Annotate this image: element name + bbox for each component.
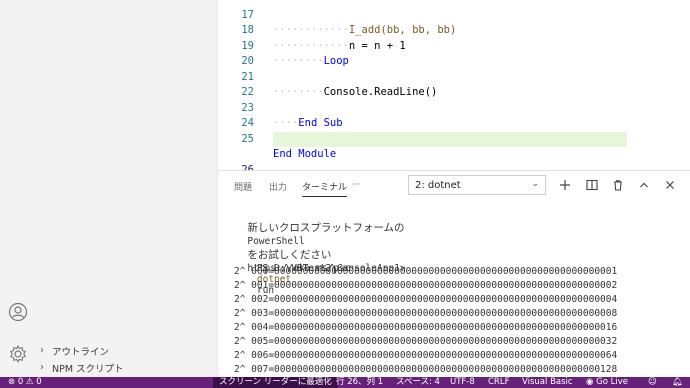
go-live-button[interactable]: ◉ Go Live [586, 377, 628, 388]
tab-problems[interactable]: 問題 [234, 180, 252, 193]
terminal-output-line: 2^ 004=000000000000000000000000000000000… [234, 322, 618, 333]
chevron-right-icon: › [40, 345, 44, 356]
more-tabs-button[interactable]: ··· [352, 180, 361, 190]
terminal-output-line: 2^ 000=000000000000000000000000000000000… [234, 266, 618, 277]
tab-output[interactable]: 出力 [269, 180, 287, 193]
terminal-output-line: 2^ 007=000000000000000000000000000000000… [234, 364, 618, 375]
npm-scripts-section[interactable]: › NPM スクリプト [36, 359, 218, 376]
terminal-select-value: 2: dotnet [415, 179, 461, 191]
code-line: 24 [218, 101, 690, 129]
add-terminal-icon[interactable] [556, 176, 574, 194]
code-line: 23 ····End Sub [218, 85, 690, 130]
terminal-output-line: 2^ 005=000000000000000000000000000000000… [234, 336, 618, 347]
screen-reader-mode[interactable]: スクリーン リーダーに最適化 [213, 377, 338, 388]
close-panel-icon[interactable] [661, 176, 679, 194]
code-line: 18 ············n = n + 1 [218, 8, 690, 52]
terminal-output-line: 2^ 001=000000000000000000000000000000000… [234, 280, 618, 291]
banner-text: 新しいクロスプラットフォームの [247, 222, 405, 234]
code-line: 25 End Module [218, 116, 690, 161]
terminal-select[interactable]: 2: dotnet ⌄ [408, 175, 546, 195]
bottom-panel: 問題 出力 ターミナル ··· 2: dotnet ⌄ 新しいクロスプラットフォ… [218, 170, 690, 377]
trash-icon[interactable] [609, 176, 627, 194]
current-line-highlight [273, 131, 627, 147]
line-number: 26 [241, 163, 254, 171]
gear-icon[interactable] [6, 342, 30, 366]
chevron-down-icon: ⌄ [531, 179, 539, 189]
chevron-right-icon: › [40, 362, 44, 373]
maximize-panel-icon[interactable] [635, 176, 653, 194]
code-editor[interactable]: 17 ············I_add(bb, bb, bb) 18 ····… [218, 0, 690, 170]
split-terminal-icon[interactable] [583, 176, 601, 194]
problems-count[interactable]: ⊗ 0 ⚠ 0 [8, 377, 42, 388]
code-line: 17 ············I_add(bb, bb, bb) [218, 0, 690, 37]
outline-section[interactable]: › アウトライン [36, 342, 218, 359]
terminal-output-line: 2^ 002=000000000000000000000000000000000… [234, 294, 618, 305]
activity-bar [0, 0, 36, 377]
feedback-icon[interactable]: ☺ [648, 377, 657, 388]
account-icon[interactable] [6, 300, 30, 324]
indentation-setting[interactable]: スペース: 4 [396, 377, 440, 388]
notifications-icon[interactable]: 🔔︎ [672, 377, 683, 388]
encoding-setting[interactable]: UTF-8 [450, 377, 475, 388]
tab-terminal[interactable]: ターミナル [302, 180, 348, 197]
code-line: 19 ········Loop [218, 23, 690, 68]
terminal-output-line: 2^ 006=000000000000000000000000000000000… [234, 350, 618, 361]
code-line: 21 ········Console.ReadLine() [218, 54, 690, 99]
code-line: 22 [218, 70, 690, 98]
sidebar: › アウトライン › NPM スクリプト [36, 0, 218, 377]
eol-setting[interactable]: CRLF [488, 377, 509, 388]
npm-scripts-section-label: NPM スクリプト [52, 363, 124, 375]
cursor-position[interactable]: 行 26、列 1 [336, 377, 383, 388]
code-text: End Module [273, 148, 337, 160]
status-bar: ⊗ 0 ⚠ 0 スクリーン リーダーに最適化 行 26、列 1 スペース: 4 … [0, 377, 690, 388]
language-mode[interactable]: Visual Basic [522, 377, 573, 388]
terminal-output-line: 2^ 003=000000000000000000000000000000000… [234, 308, 618, 319]
code-line-current: 26 [218, 131, 690, 170]
banner-powershell: PowerShell [247, 236, 305, 247]
code-line: 20 [218, 39, 690, 67]
outline-section-label: アウトライン [52, 346, 110, 358]
